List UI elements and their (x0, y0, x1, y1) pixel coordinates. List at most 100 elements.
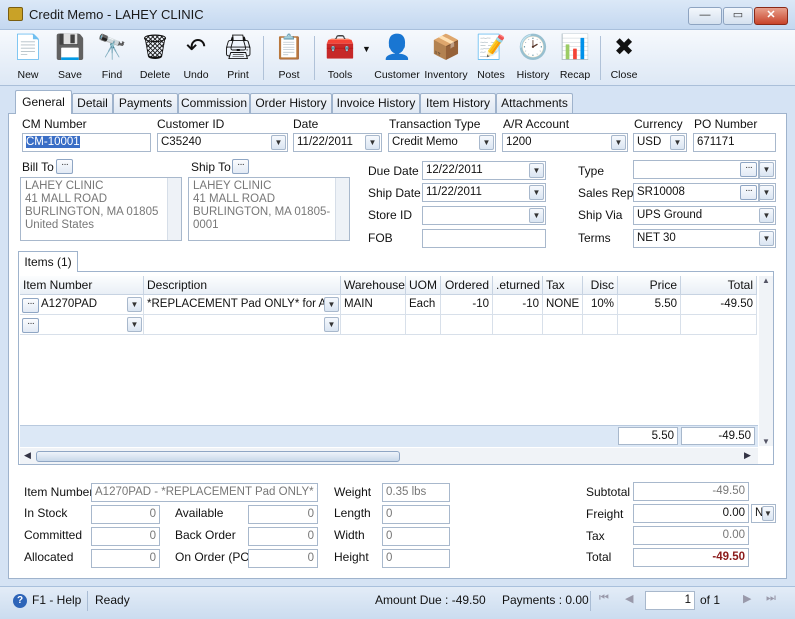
chevron-down-icon[interactable]: ▼ (479, 135, 494, 150)
scroll-left-icon[interactable]: ◀ (24, 450, 31, 461)
fob-input[interactable] (422, 229, 546, 248)
column-header[interactable]: Price (618, 276, 681, 295)
due-date-picker[interactable]: 12/22/2011 ▼ (422, 161, 546, 180)
tab-items[interactable]: Items (1) (18, 251, 78, 272)
ship-via-select[interactable]: UPS Ground ▼ (633, 206, 776, 225)
terms-select[interactable]: NET 30 ▼ (633, 229, 776, 248)
type-select[interactable]: ▼ (759, 160, 776, 179)
notes-button[interactable]: 📝 Notes (472, 30, 510, 86)
uom-cell[interactable] (406, 315, 441, 335)
chevron-down-icon[interactable]: ▼ (760, 185, 774, 200)
chevron-down-icon[interactable]: ▼ (365, 135, 380, 150)
chevron-down-icon[interactable]: ▼ (529, 163, 544, 178)
tab-attachments[interactable]: Attachments (496, 93, 573, 113)
chevron-down-icon[interactable]: ▼ (127, 317, 142, 332)
column-header[interactable]: Description (144, 276, 341, 295)
uom-cell[interactable]: Each (406, 295, 441, 315)
help-icon[interactable]: ? (13, 594, 27, 608)
type-lookup-button[interactable]: ··· (740, 162, 757, 177)
warehouse-cell[interactable]: MAIN (341, 295, 406, 315)
warehouse-cell[interactable] (341, 315, 406, 335)
row-lookup-button[interactable]: ··· (22, 318, 39, 333)
minimize-button[interactable]: — (688, 7, 722, 25)
ship-date-picker[interactable]: 11/22/2011 ▼ (422, 183, 546, 202)
column-header[interactable]: Tax (543, 276, 583, 295)
price-cell[interactable]: 5.50 (618, 295, 681, 315)
bill-to-lookup-button[interactable]: ··· (56, 159, 73, 174)
chevron-down-icon[interactable]: ▼ (611, 135, 626, 150)
recap-button[interactable]: 📊 Recap (556, 30, 594, 86)
chevron-down-icon[interactable]: ▼ (324, 317, 339, 332)
ship-to-lookup-button[interactable]: ··· (232, 159, 249, 174)
undo-button[interactable]: ↶ Undo (176, 30, 216, 86)
print-button[interactable]: 🖨 Print (218, 30, 258, 86)
description-cell[interactable]: *REPLACEMENT Pad ONLY* for A12 ▼ (144, 295, 341, 315)
inventory-button[interactable]: 📦 Inventory (422, 30, 470, 86)
customer-button[interactable]: 👤 Customer (374, 30, 420, 86)
history-button[interactable]: 🕑 History (512, 30, 554, 86)
tab-commission[interactable]: Commission (178, 93, 250, 113)
column-header[interactable]: UOM (406, 276, 441, 295)
po-number-input[interactable]: 671171 (693, 133, 776, 152)
help-label[interactable]: F1 - Help (32, 593, 81, 607)
chevron-down-icon[interactable]: ▼ (127, 297, 142, 312)
freight-input[interactable]: 0.00 (633, 504, 749, 523)
chevron-down-icon[interactable]: ▼ (760, 162, 774, 177)
tab-item-history[interactable]: Item History (420, 93, 496, 113)
row-lookup-button[interactable]: ··· (22, 298, 39, 313)
chevron-down-icon[interactable]: ▼ (529, 208, 544, 223)
post-button[interactable]: 📋 Post (268, 30, 310, 86)
scroll-thumb[interactable] (36, 451, 400, 462)
disc-cell[interactable] (583, 315, 618, 335)
scroll-right-icon[interactable]: ▶ (744, 450, 751, 461)
ship-to-address[interactable]: LAHEY CLINIC 41 MALL ROAD BURLINGTON, MA… (188, 177, 350, 241)
ar-account-select[interactable]: 1200 ▼ (502, 133, 628, 152)
total-cell[interactable] (681, 315, 757, 335)
delete-button[interactable]: 🗑 Delete (134, 30, 176, 86)
column-header[interactable]: Item Number (20, 276, 144, 295)
chevron-down-icon[interactable]: ▼ (762, 506, 774, 521)
next-page-icon[interactable]: ▶ (743, 592, 751, 605)
close-button[interactable]: ✖ Close (604, 30, 644, 86)
sales-rep-select[interactable]: ▼ (759, 183, 776, 202)
type-input[interactable]: ··· (633, 160, 759, 179)
tab-payments[interactable]: Payments (113, 93, 178, 113)
maximize-button[interactable]: ▭ (723, 7, 753, 25)
column-header[interactable]: Disc (583, 276, 618, 295)
chevron-down-icon[interactable]: ▼ (324, 297, 339, 312)
sales-rep-lookup-button[interactable]: ··· (740, 185, 757, 200)
price-cell[interactable] (618, 315, 681, 335)
previous-page-icon[interactable]: ◀ (625, 592, 633, 605)
tax-cell[interactable] (543, 315, 583, 335)
ordered-cell[interactable]: -10 (441, 295, 493, 315)
freight-tax-select[interactable]: N ▼ (751, 504, 776, 523)
tab-general[interactable]: General (15, 90, 72, 114)
new-button[interactable]: 📄 New (8, 30, 48, 86)
last-page-icon[interactable]: ⏭ (766, 592, 776, 605)
close-window-button[interactable]: ✕ (754, 7, 788, 25)
tab-detail[interactable]: Detail (72, 93, 113, 113)
chevron-down-icon[interactable]: ▼ (759, 208, 774, 223)
chevron-down-icon[interactable]: ▼ (529, 185, 544, 200)
tab-order-history[interactable]: Order History (250, 93, 332, 113)
scroll-down-icon[interactable]: ▼ (759, 437, 773, 446)
vertical-scrollbar[interactable] (167, 178, 181, 240)
column-header[interactable]: Total (681, 276, 757, 295)
description-cell[interactable]: ▼ (144, 315, 341, 335)
tab-invoice-history[interactable]: Invoice History (332, 93, 420, 113)
column-header[interactable]: .eturned (493, 276, 543, 295)
column-header[interactable]: Warehouse (341, 276, 406, 295)
cm-number-input[interactable]: CM-10001 (22, 133, 151, 152)
total-cell[interactable]: -49.50 (681, 295, 757, 315)
chevron-down-icon[interactable]: ▼ (759, 231, 774, 246)
vertical-scrollbar[interactable] (335, 178, 349, 240)
save-button[interactable]: 💾 Save (50, 30, 90, 86)
chevron-down-icon[interactable]: ▼ (271, 135, 286, 150)
tools-button[interactable]: 🧰 Tools (318, 30, 362, 86)
customer-id-select[interactable]: C35240 ▼ (157, 133, 288, 152)
currency-select[interactable]: USD ▼ (633, 133, 687, 152)
grid-horizontal-scrollbar[interactable]: ◀ ▶ (20, 448, 758, 464)
grid-vertical-scrollbar[interactable]: ▲ ▼ (759, 276, 773, 446)
store-id-select[interactable]: ▼ (422, 206, 546, 225)
returned-cell[interactable] (493, 315, 543, 335)
